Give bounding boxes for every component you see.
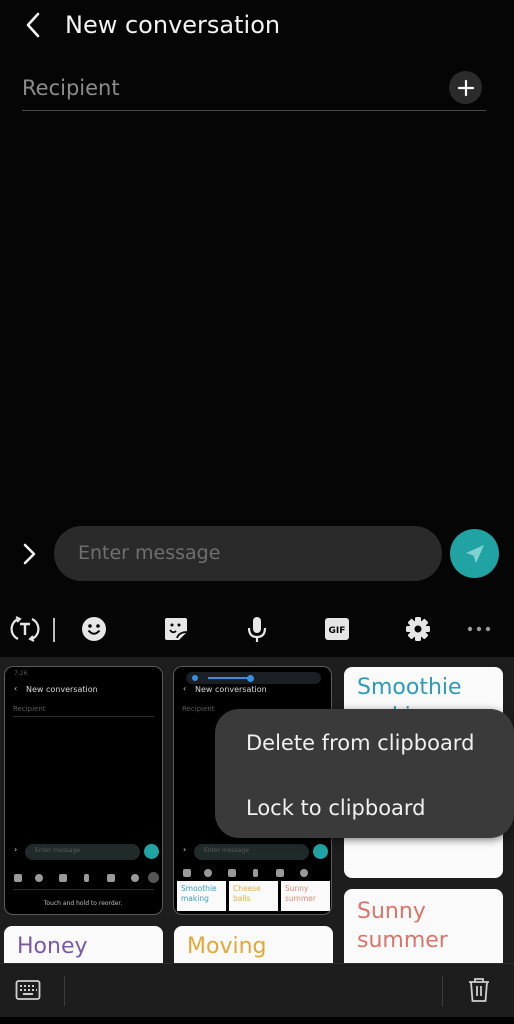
more-icon [467,626,491,632]
emoji-button[interactable] [78,613,110,645]
mini-divider [13,716,154,717]
mini-back-icon: ‹ [183,684,187,693]
microphone-icon [247,617,267,642]
chevron-left-icon [26,12,40,38]
mini-recipient: Recipient [13,705,46,713]
mini-icon [84,874,89,882]
mini-icon [228,869,236,877]
keyboard-icon [15,980,41,1000]
mini-icon [300,869,308,877]
mini-clip-card: Cheese balls [229,881,278,911]
more-button[interactable] [463,613,495,645]
clipboard-bottom-bar [0,963,514,1017]
mini-expand-icon: › [183,845,187,854]
mini-title: New conversation [195,685,267,694]
delete-all-button[interactable] [467,977,491,1007]
recipient-input[interactable]: Recipient [22,72,120,104]
sticker-button[interactable] [160,613,192,645]
mini-icon [59,874,67,882]
mini-send [313,844,328,859]
mini-icon [14,874,22,882]
keyboard-button[interactable] [15,979,41,1005]
mini-icon [148,872,159,883]
clipboard-item-text[interactable]: Honey [4,926,163,963]
emoji-icon [82,617,106,641]
mini-recipient: Recipient [182,705,215,713]
sticker-icon [165,618,188,640]
mini-back-icon: ‹ [14,684,18,693]
mini-divider [13,889,154,890]
page-title: New conversation [65,11,281,39]
chevron-right-icon [23,543,36,565]
mini-send [144,844,159,859]
mini-clip-card: Sunny summer [281,881,330,911]
bottom-separator [442,976,443,1006]
navigation-strip [0,1017,514,1024]
back-button[interactable] [18,8,48,42]
mini-expand-icon: › [14,845,18,854]
recipient-underline [22,110,486,111]
clipboard-item-text[interactable]: Sunny summer [344,889,503,963]
mini-icon [253,869,258,877]
mini-icon [35,874,43,882]
context-menu: Delete from clipboard Lock to clipboard [215,709,514,838]
translate-icon [10,616,40,642]
gif-icon: GIF [325,618,349,640]
voice-input-button[interactable] [241,613,273,645]
svg-text:GIF: GIF [329,626,346,636]
trash-icon [469,978,489,1002]
plus-icon [457,79,474,96]
translate-button[interactable] [9,613,41,645]
clip-text: Honey [17,934,88,959]
mini-clip-card: Smoothie making [177,881,226,911]
gif-button[interactable]: GIF [321,613,353,645]
mini-hint: Touch and hold to reorder. [43,900,123,907]
app: New conversation Recipient Enter message [0,0,514,1024]
mini-icon [204,869,212,877]
menu-item-lock-to-clipboard[interactable]: Lock to clipboard [246,793,426,823]
bottom-separator [64,976,65,1006]
clipboard-item-screenshot[interactable]: 7:26 ‹ New conversation Recipient › Ente… [4,666,163,915]
keyboard-toolbar: GIF [0,603,514,655]
mini-status-time: 7:26 [14,670,28,677]
toolbar-separator [53,618,55,642]
mini-input: Enter message [194,844,309,860]
settings-button[interactable] [402,613,434,645]
add-recipient-button[interactable] [449,71,482,104]
clip-text: Moving [187,934,267,959]
mini-icon [183,869,191,877]
mini-title: New conversation [26,685,98,694]
mini-input: Enter message [25,844,140,860]
mini-brightness-bar [186,672,321,684]
gear-icon [406,617,430,641]
mini-icon [131,874,139,882]
clip-text: Sunny summer [357,899,448,953]
send-icon [465,544,484,563]
mini-icon [276,869,284,877]
mini-icon [107,874,115,882]
expand-button[interactable] [18,540,42,568]
clipboard-item-text[interactable]: Moving [174,926,333,963]
message-input[interactable]: Enter message [54,526,442,581]
menu-item-delete-from-clipboard[interactable]: Delete from clipboard [246,728,474,758]
send-button[interactable] [450,529,499,578]
